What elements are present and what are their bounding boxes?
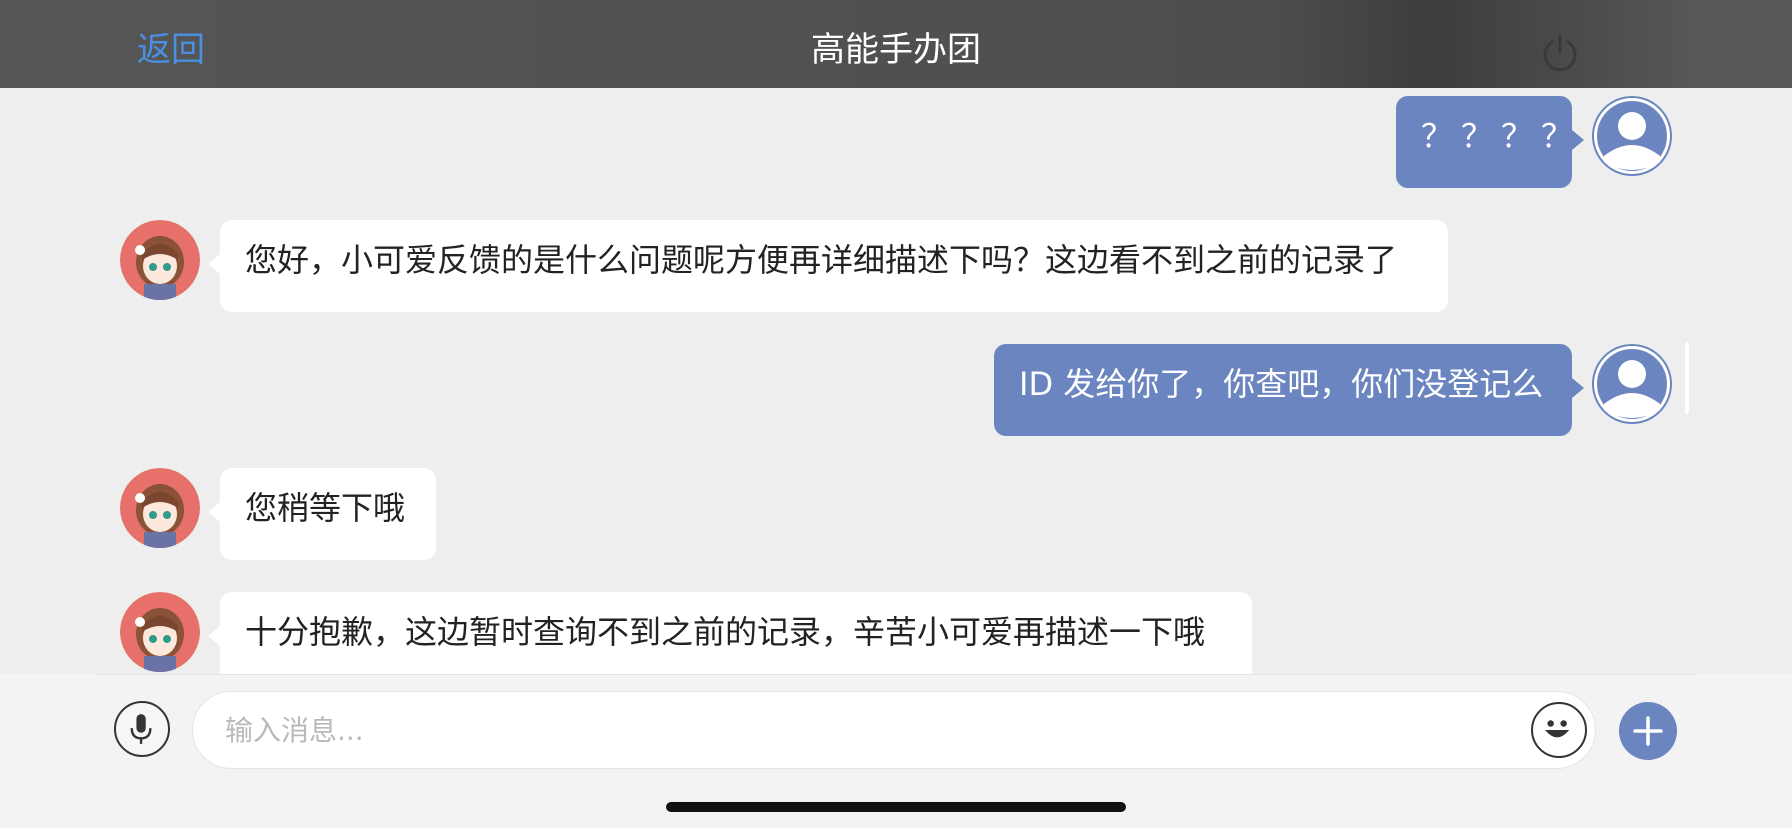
bubble-tail (208, 626, 220, 646)
message-bubble-outgoing[interactable]: ？？？？ (1396, 96, 1573, 188)
bubble-tail (208, 254, 220, 274)
user-silhouette-icon (1594, 346, 1670, 422)
anime-girl-avatar-icon (120, 592, 200, 672)
anime-girl-avatar-icon (120, 468, 200, 548)
microphone-icon (130, 714, 152, 744)
voice-button[interactable] (114, 701, 170, 757)
power-icon[interactable] (1538, 32, 1582, 76)
agent-avatar[interactable] (120, 592, 200, 672)
emoji-button[interactable] (1531, 702, 1587, 758)
home-indicator[interactable] (666, 802, 1126, 812)
bubble-tail (1572, 130, 1584, 150)
more-button[interactable] (1619, 702, 1677, 760)
anime-girl-avatar-icon (120, 220, 200, 300)
user-avatar[interactable] (1592, 96, 1672, 176)
message-bubble-incoming[interactable]: 您好，小可爱反馈的是什么问题呢方便再详细描述下吗？这边看不到之前的记录了 (220, 220, 1448, 312)
chat-area[interactable]: ？？？？ 您好，小可爱反馈的是什么问题呢方便再详细描述下吗？这边看不到之前的记录… (0, 88, 1792, 674)
plus-icon (1633, 716, 1663, 746)
agent-avatar[interactable] (120, 220, 200, 300)
user-avatar[interactable] (1592, 344, 1672, 424)
nav-header: 返回 高能手办团 (0, 0, 1792, 88)
message-input[interactable] (192, 691, 1596, 769)
emoji-icon (1545, 720, 1570, 738)
scrollbar-thumb[interactable] (1685, 342, 1689, 414)
message-bubble-outgoing[interactable]: ID 发给你了，你查吧，你们没登记么 (994, 344, 1572, 436)
bubble-tail (1572, 378, 1584, 398)
page-title: 高能手办团 (811, 30, 981, 70)
agent-avatar[interactable] (120, 468, 200, 548)
message-bubble-incoming[interactable]: 十分抱歉，这边暂时查询不到之前的记录，辛苦小可爱再描述一下哦 (220, 592, 1252, 674)
user-silhouette-icon (1594, 98, 1670, 174)
bubble-tail (208, 502, 220, 522)
input-bar (96, 674, 1696, 787)
message-bubble-incoming[interactable]: 您稍等下哦 (220, 468, 436, 560)
